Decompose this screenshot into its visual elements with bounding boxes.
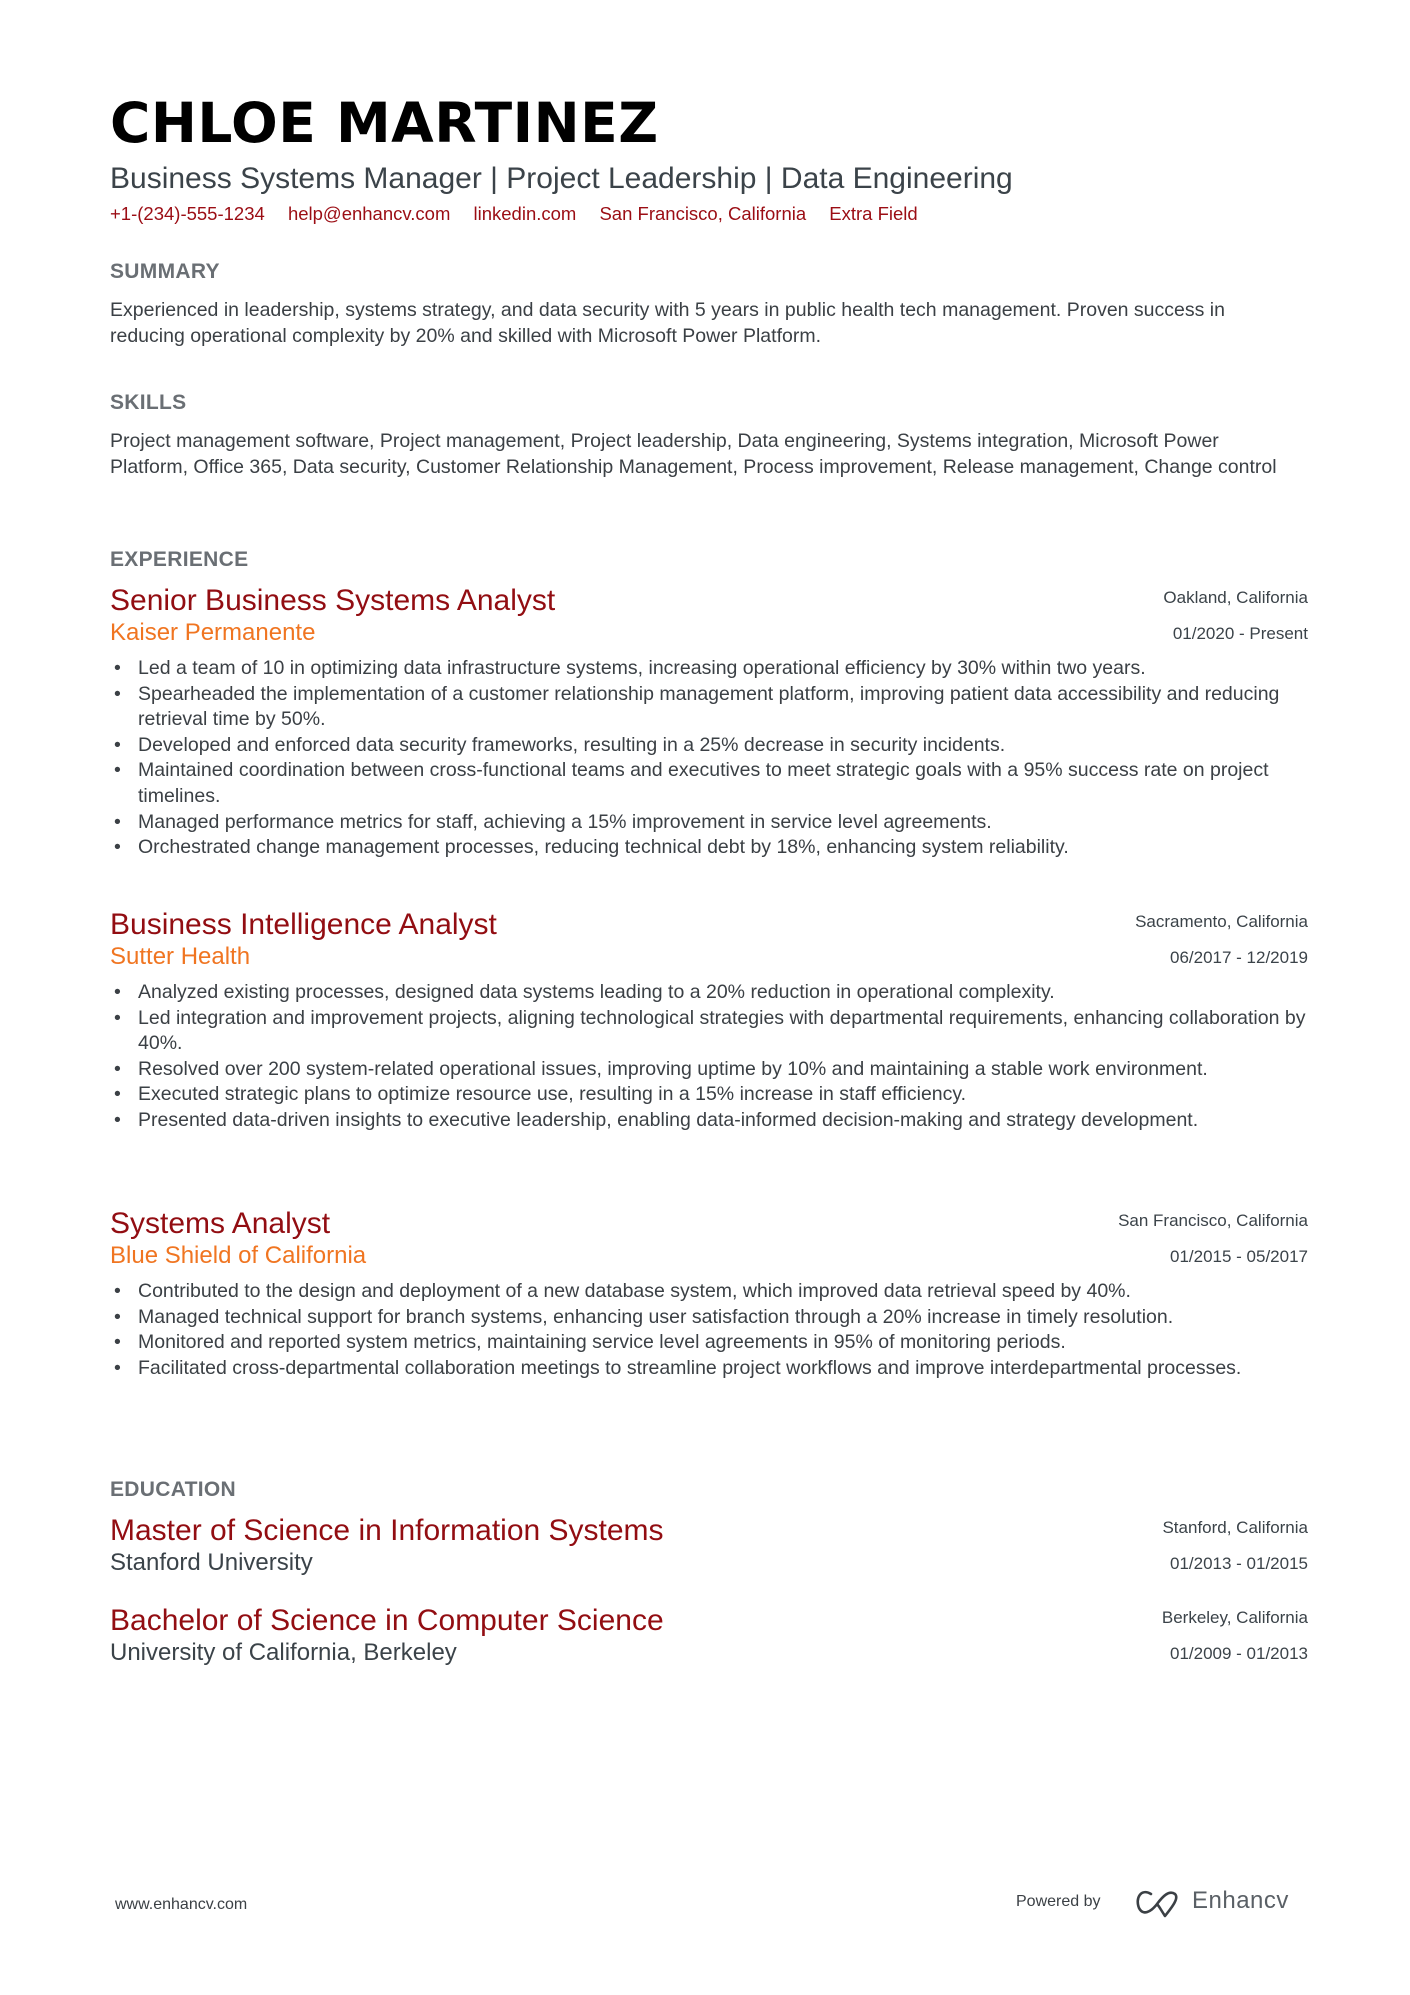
contact-extra-field: Extra Field — [829, 203, 918, 224]
bullet-item: Led a team of 10 in optimizing data infr… — [114, 656, 1308, 682]
contact-location: San Francisco, California — [599, 203, 807, 224]
bullet-item: Maintained coordination between cross-fu… — [114, 758, 1308, 809]
company-name: Blue Shield of California — [110, 1242, 367, 1269]
job-title: Systems Analyst — [110, 1207, 331, 1240]
job-title: Senior Business Systems Analyst — [110, 584, 556, 617]
bullet-item: Led integration and improvement projects… — [114, 1006, 1308, 1057]
summary-text: Experienced in leadership, systems strat… — [110, 299, 1225, 347]
contact-linkedin[interactable]: linkedin.com — [474, 203, 577, 224]
powered-by-label: Powered by — [1016, 1893, 1101, 1910]
school-dates: 01/2013 - 01/2015 — [1169, 1554, 1308, 1573]
job-dates: 06/2017 - 12/2019 — [1169, 948, 1308, 967]
bullet-item: Resolved over 200 system-related operati… — [114, 1057, 1308, 1083]
job-bullets: Led a team of 10 in optimizing data infr… — [110, 656, 1308, 861]
footer-website-link[interactable]: www.enhancv.com — [115, 1896, 247, 1914]
degree-title: Bachelor of Science in Computer Science — [110, 1604, 664, 1637]
experience-heading: EXPERIENCE — [110, 548, 249, 571]
school-name: University of California, Berkeley — [110, 1639, 457, 1666]
job-location: Sacramento, California — [1135, 912, 1308, 931]
job-dates: 01/2020 - Present — [1172, 624, 1308, 643]
company-name: Kaiser Permanente — [110, 619, 316, 646]
bullet-item: Spearheaded the implementation of a cust… — [114, 682, 1308, 733]
job-location: San Francisco, California — [1118, 1211, 1308, 1230]
candidate-headline: Business Systems Manager | Project Leade… — [110, 162, 1013, 195]
job-title: Business Intelligence Analyst — [110, 908, 497, 941]
school-dates: 01/2009 - 01/2013 — [1169, 1644, 1308, 1663]
school-location: Berkeley, California — [1161, 1608, 1308, 1627]
job-bullets: Contributed to the design and deployment… — [110, 1279, 1308, 1381]
bullet-item: Orchestrated change management processes… — [114, 835, 1308, 861]
skills-text: Project management software, Project man… — [110, 430, 1277, 478]
education-heading: EDUCATION — [110, 1478, 236, 1501]
contact-email[interactable]: help@enhancv.com — [288, 203, 450, 224]
school-name: Stanford University — [110, 1549, 313, 1576]
bullet-item: Managed technical support for branch sys… — [114, 1305, 1308, 1331]
enhancv-logo-icon — [1136, 1890, 1178, 1918]
bullet-item: Monitored and reported system metrics, m… — [114, 1330, 1308, 1356]
summary-heading: SUMMARY — [110, 260, 220, 283]
bullet-item: Executed strategic plans to optimize res… — [114, 1082, 1308, 1108]
contact-phone[interactable]: +1-(234)-555-1234 — [110, 203, 265, 224]
contact-row: +1-(234)-555-1234 help@enhancv.com linke… — [110, 203, 936, 225]
enhancv-brand-name[interactable]: Enhancv — [1192, 1887, 1289, 1915]
bullet-item: Developed and enforced data security fra… — [114, 733, 1308, 759]
candidate-name: CHLOE MARTINEZ — [110, 91, 659, 155]
degree-title: Master of Science in Information Systems — [110, 1514, 664, 1547]
bullet-item: Analyzed existing processes, designed da… — [114, 980, 1308, 1006]
bullet-item: Managed performance metrics for staff, a… — [114, 810, 1308, 836]
school-location: Stanford, California — [1162, 1518, 1308, 1537]
skills-heading: SKILLS — [110, 391, 187, 414]
job-location: Oakland, California — [1163, 588, 1308, 607]
job-dates: 01/2015 - 05/2017 — [1169, 1247, 1308, 1266]
company-name: Sutter Health — [110, 943, 251, 970]
bullet-item: Presented data-driven insights to execut… — [114, 1108, 1308, 1134]
bullet-item: Contributed to the design and deployment… — [114, 1279, 1308, 1305]
bullet-item: Facilitated cross-departmental collabora… — [114, 1356, 1308, 1382]
job-bullets: Analyzed existing processes, designed da… — [110, 980, 1308, 1134]
